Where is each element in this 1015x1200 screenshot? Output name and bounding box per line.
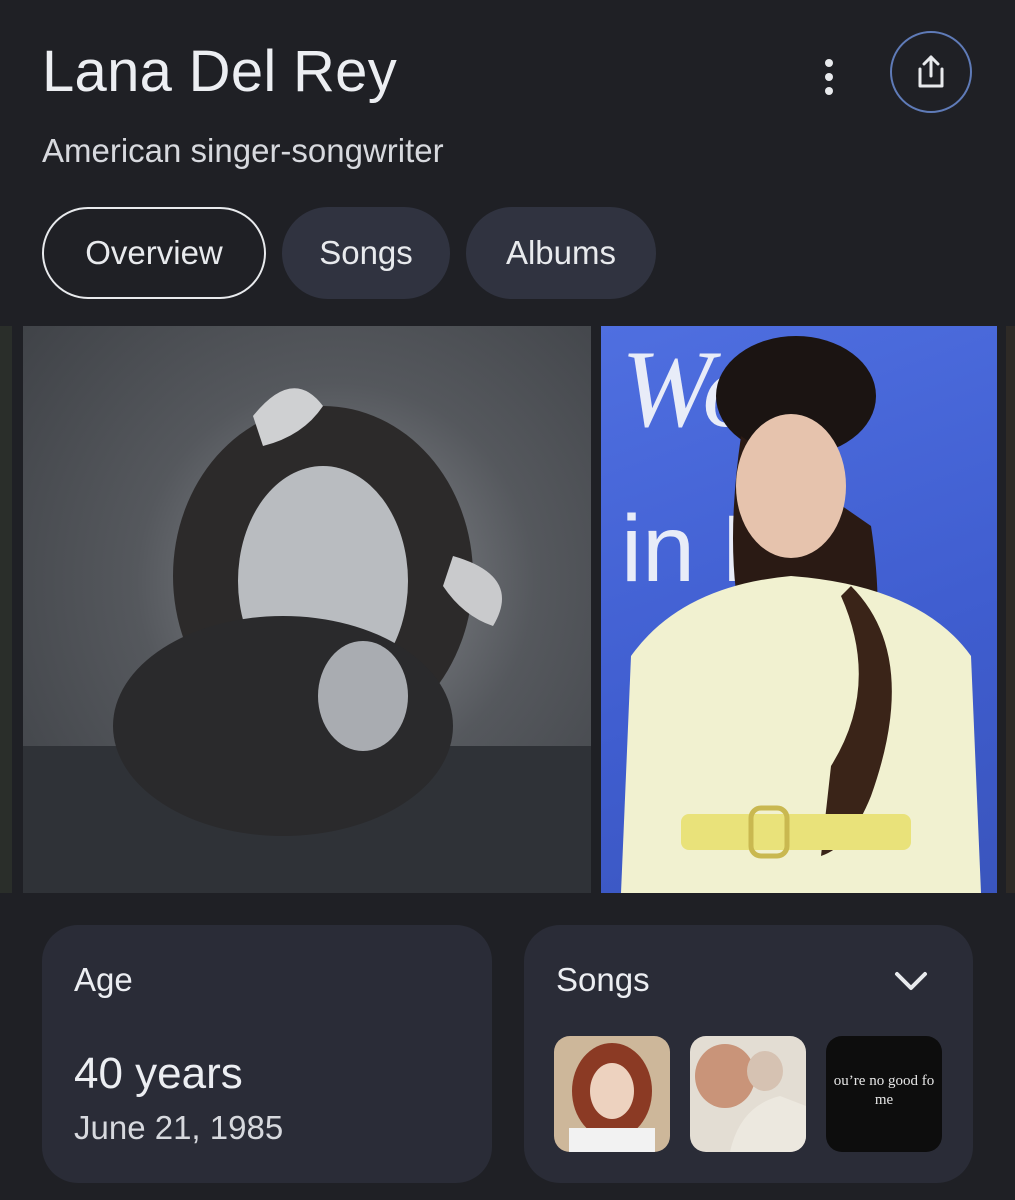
birth-date: June 21, 1985 (74, 1109, 284, 1146)
bw-portrait-illustration (23, 388, 591, 893)
share-button[interactable] (890, 31, 972, 113)
more-vert-icon-dot (825, 73, 833, 81)
carousel-image-red-carpet[interactable]: Won in M (601, 326, 997, 893)
song-thumbnail[interactable] (690, 1036, 806, 1152)
song-thumbnail[interactable]: ou’re no good fo me (826, 1036, 942, 1152)
songs-card[interactable]: Songs ou’re no good fo me (524, 925, 973, 1183)
more-options-button[interactable] (806, 54, 852, 100)
song-thumbnail-caption-line: ou’re no good fo (833, 1073, 935, 1089)
song-thumbnail-caption: ou’re no good fo me (826, 1072, 942, 1110)
age-card-label: Age (74, 961, 133, 998)
age-value: 40 years (74, 1049, 243, 1098)
tab-bar: Overview Songs Albums (42, 207, 656, 299)
age-card[interactable]: Age 40 years June 21, 1985 (42, 925, 492, 1183)
carousel-image-prev-edge[interactable] (0, 326, 12, 893)
more-vert-icon-dot (825, 87, 833, 95)
page-subtitle: American singer-songwriter (42, 132, 444, 169)
share-icon (918, 55, 944, 88)
tab-songs[interactable]: Songs (282, 207, 450, 299)
song-thumbnail-art (554, 1036, 670, 1152)
page-title: Lana Del Rey (42, 39, 398, 104)
carousel-image-next-edge[interactable] (1006, 326, 1015, 893)
song-thumbnail-caption-line: me (874, 1092, 894, 1108)
more-vert-icon (825, 59, 833, 67)
song-thumbnail[interactable] (554, 1036, 670, 1152)
red-carpet-illustration: Won in M (621, 328, 981, 893)
tab-albums[interactable]: Albums (466, 207, 656, 299)
carousel-image-bw-portrait[interactable] (23, 326, 591, 893)
chevron-down-icon[interactable] (890, 963, 932, 999)
image-carousel[interactable]: Won in M (0, 326, 1015, 893)
songs-card-label: Songs (556, 961, 650, 998)
tab-overview[interactable]: Overview (42, 207, 266, 299)
song-thumbnail-art (690, 1036, 806, 1152)
